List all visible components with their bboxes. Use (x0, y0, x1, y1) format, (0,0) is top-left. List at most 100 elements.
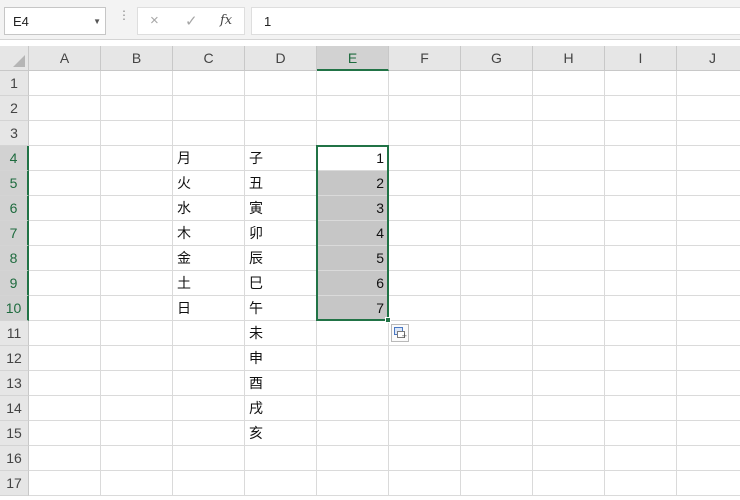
cell-g4[interactable] (461, 146, 533, 171)
cell-c6[interactable]: 水 (173, 196, 245, 221)
cell-i6[interactable] (605, 196, 677, 221)
cell-g13[interactable] (461, 371, 533, 396)
cell-e9[interactable]: 6 (317, 271, 389, 296)
cell-j15[interactable] (677, 421, 740, 446)
cell-b7[interactable] (101, 221, 173, 246)
column-header-e[interactable]: E (317, 46, 389, 71)
cell-b11[interactable] (101, 321, 173, 346)
cell-j1[interactable] (677, 71, 740, 96)
cell-h7[interactable] (533, 221, 605, 246)
cell-e12[interactable] (317, 346, 389, 371)
cell-e3[interactable] (317, 121, 389, 146)
cell-c9[interactable]: 土 (173, 271, 245, 296)
row-header-6[interactable]: 6 (0, 196, 29, 221)
cell-i14[interactable] (605, 396, 677, 421)
cell-j3[interactable] (677, 121, 740, 146)
cancel-icon[interactable]: × (150, 12, 159, 29)
cell-i12[interactable] (605, 346, 677, 371)
cell-a3[interactable] (29, 121, 101, 146)
cell-g2[interactable] (461, 96, 533, 121)
column-header-i[interactable]: I (605, 46, 677, 71)
row-header-15[interactable]: 15 (0, 421, 29, 446)
cell-j10[interactable] (677, 296, 740, 321)
cell-a1[interactable] (29, 71, 101, 96)
row-header-16[interactable]: 16 (0, 446, 29, 471)
cell-b16[interactable] (101, 446, 173, 471)
column-header-f[interactable]: F (389, 46, 461, 71)
cell-f10[interactable] (389, 296, 461, 321)
cell-a7[interactable] (29, 221, 101, 246)
cell-e10[interactable]: 7 (317, 296, 389, 321)
enter-icon[interactable]: ✓ (185, 12, 198, 30)
cell-j4[interactable] (677, 146, 740, 171)
row-header-8[interactable]: 8 (0, 246, 29, 271)
cell-j5[interactable] (677, 171, 740, 196)
cell-c3[interactable] (173, 121, 245, 146)
cell-g9[interactable] (461, 271, 533, 296)
cell-a10[interactable] (29, 296, 101, 321)
cell-d8[interactable]: 辰 (245, 246, 317, 271)
row-header-14[interactable]: 14 (0, 396, 29, 421)
cell-d13[interactable]: 酉 (245, 371, 317, 396)
cell-j17[interactable] (677, 471, 740, 496)
cell-i13[interactable] (605, 371, 677, 396)
column-header-h[interactable]: H (533, 46, 605, 71)
cell-d12[interactable]: 申 (245, 346, 317, 371)
cell-c17[interactable] (173, 471, 245, 496)
column-header-c[interactable]: C (173, 46, 245, 71)
chevron-down-icon[interactable]: ▼ (93, 17, 101, 26)
row-header-13[interactable]: 13 (0, 371, 29, 396)
cell-c8[interactable]: 金 (173, 246, 245, 271)
cell-f16[interactable] (389, 446, 461, 471)
cell-f17[interactable] (389, 471, 461, 496)
cell-e4[interactable]: 1 (317, 146, 389, 171)
auto-fill-options-button[interactable]: + (391, 324, 409, 342)
cell-i8[interactable] (605, 246, 677, 271)
cell-j9[interactable] (677, 271, 740, 296)
cell-d10[interactable]: 午 (245, 296, 317, 321)
cell-c11[interactable] (173, 321, 245, 346)
cell-h6[interactable] (533, 196, 605, 221)
cell-f8[interactable] (389, 246, 461, 271)
cell-d6[interactable]: 寅 (245, 196, 317, 221)
cell-e8[interactable]: 5 (317, 246, 389, 271)
cell-i1[interactable] (605, 71, 677, 96)
cell-h8[interactable] (533, 246, 605, 271)
cell-i17[interactable] (605, 471, 677, 496)
cell-i9[interactable] (605, 271, 677, 296)
insert-function-icon[interactable]: fx (220, 13, 232, 28)
cell-a16[interactable] (29, 446, 101, 471)
row-header-5[interactable]: 5 (0, 171, 29, 196)
cell-f4[interactable] (389, 146, 461, 171)
cell-h17[interactable] (533, 471, 605, 496)
column-header-g[interactable]: G (461, 46, 533, 71)
cell-f13[interactable] (389, 371, 461, 396)
cell-d17[interactable] (245, 471, 317, 496)
cell-b2[interactable] (101, 96, 173, 121)
cell-h4[interactable] (533, 146, 605, 171)
cell-g16[interactable] (461, 446, 533, 471)
cell-j6[interactable] (677, 196, 740, 221)
row-header-17[interactable]: 17 (0, 471, 29, 496)
cell-c7[interactable]: 木 (173, 221, 245, 246)
cell-h10[interactable] (533, 296, 605, 321)
cell-c4[interactable]: 月 (173, 146, 245, 171)
cell-j16[interactable] (677, 446, 740, 471)
cell-j14[interactable] (677, 396, 740, 421)
cell-e11[interactable] (317, 321, 389, 346)
cell-c12[interactable] (173, 346, 245, 371)
cell-b1[interactable] (101, 71, 173, 96)
cell-h14[interactable] (533, 396, 605, 421)
cell-a6[interactable] (29, 196, 101, 221)
cell-a17[interactable] (29, 471, 101, 496)
cell-g15[interactable] (461, 421, 533, 446)
cell-a8[interactable] (29, 246, 101, 271)
cell-c14[interactable] (173, 396, 245, 421)
cell-d1[interactable] (245, 71, 317, 96)
fill-handle[interactable] (385, 317, 391, 323)
cell-g8[interactable] (461, 246, 533, 271)
cell-g6[interactable] (461, 196, 533, 221)
cell-g11[interactable] (461, 321, 533, 346)
cell-d7[interactable]: 卯 (245, 221, 317, 246)
cell-i2[interactable] (605, 96, 677, 121)
